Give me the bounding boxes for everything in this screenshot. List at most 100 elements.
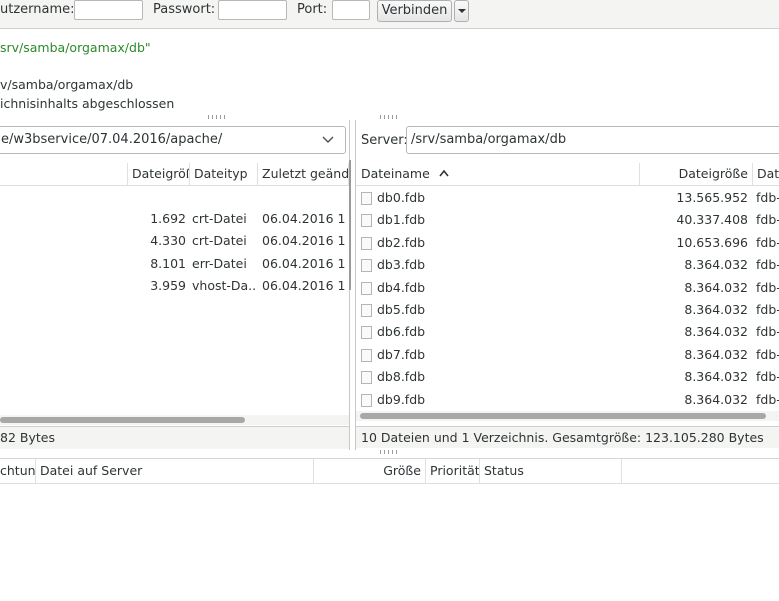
queue-header: chtunç Datei auf Server Größe Priorität … [0,459,779,484]
file-type: crt-Datei [192,211,247,226]
file-size: 4.330 [150,233,186,249]
history-dropdown-button[interactable] [454,0,469,22]
file-type: fdb- [756,279,779,295]
remote-hscrollbar[interactable] [356,411,779,421]
table-row[interactable]: db9.fdb 8.364.032 fdb- [356,389,779,411]
file-size: 8.364.032 [684,302,748,317]
file-type: fdb- [756,391,779,407]
file-icon [361,214,372,228]
file-modified: 06.04.2016 1 [262,211,346,226]
file-size: 10.653.696 [676,234,748,250]
file-size: 40.337.408 [676,212,748,228]
port-input[interactable] [332,0,370,20]
column-header-priority[interactable]: Priorität [426,459,480,483]
local-status-text: 82 Bytes [0,430,55,445]
remote-path-combo[interactable]: /srv/samba/orgamax/db [406,126,779,154]
file-icon [361,326,372,340]
vertical-splitter[interactable] [349,160,351,290]
remote-path-text: /srv/samba/orgamax/db [411,132,567,147]
file-icon [361,371,372,385]
log-line: srv/samba/orgamax/db" [0,40,151,55]
file-name: db8.fdb [377,369,426,385]
file-name: db1.fdb [377,212,426,228]
table-row[interactable]: 1.692 crt-Datei 06.04.2016 1 [0,208,349,230]
file-icon [361,348,372,362]
column-header-server-file[interactable]: Datei auf Server [36,459,314,483]
file-type: fdb- [756,234,779,250]
column-header-size[interactable]: Dateigröß [128,163,190,185]
table-row[interactable]: db4.fdb 8.364.032 fdb- [356,277,779,299]
table-row[interactable]: db0.fdb 13.565.952 fdb- [356,187,779,209]
table-row[interactable]: db5.fdb 8.364.032 fdb- [356,299,779,321]
file-modified: 06.04.2016 1 [262,255,346,271]
local-path-combo[interactable]: e/w3bservice/07.04.2016/apache/ [0,126,346,154]
table-row[interactable]: 8.101 err-Datei 06.04.2016 1 [0,253,349,275]
file-size: 3.959 [150,277,186,293]
file-modified: 06.04.2016 1 [262,277,346,293]
column-header-filename[interactable]: Dateiname [356,163,640,185]
log-line: v/samba/orgamax/db [0,77,134,92]
file-type: fdb- [756,212,779,228]
file-size: 13.565.952 [676,190,748,205]
file-size: 8.364.032 [684,279,748,295]
quickconnect-bar: utzername: Passwort: Port: Verbinden [0,0,779,29]
local-path-text: e/w3bservice/07.04.2016/apache/ [1,132,223,147]
column-header-type[interactable]: Dateityp [190,163,258,185]
file-icon [361,259,372,273]
remote-pane: Server: /srv/samba/orgamax/db Dateiname … [355,120,779,450]
file-type: fdb- [756,324,779,340]
column-header-status[interactable]: Status [480,459,622,483]
file-type: fdb- [756,346,779,362]
file-name: db7.fdb [377,346,426,362]
file-size: 8.364.032 [684,346,748,362]
local-hscrollbar[interactable] [0,415,349,425]
column-header-size[interactable]: Größe [314,459,426,483]
table-row[interactable]: db3.fdb 8.364.032 fdb- [356,254,779,276]
username-label: utzername: [0,2,75,17]
file-icon [361,236,372,250]
log-line: ichnisinhalts abgeschlossen [0,96,175,111]
column-header-type[interactable]: Dat [753,163,779,185]
file-name: db4.fdb [377,279,426,295]
table-row[interactable]: 3.959 vhost-Da... 06.04.2016 1 [0,275,349,297]
column-header-size[interactable]: Dateigröße [640,163,753,185]
local-status-bar: 82 Bytes [0,426,349,449]
username-input[interactable] [74,0,143,20]
splitter-grip[interactable] [380,115,400,119]
splitter-grip[interactable] [380,450,400,454]
file-name: db5.fdb [377,302,426,317]
remote-status-text: 10 Dateien und 1 Verzeichnis. Gesamtgröß… [361,430,764,445]
sort-ascending-icon [439,169,449,177]
table-row[interactable]: 4.330 crt-Datei 06.04.2016 1 [0,230,349,252]
file-name: db2.fdb [377,234,426,250]
password-label: Passwort: [153,2,216,17]
file-name: db9.fdb [377,391,426,407]
remote-list-header: Dateiname Dateigröße Dat [356,163,779,186]
chevron-down-icon [322,136,334,144]
file-type: fdb- [756,190,779,205]
table-row[interactable]: db2.fdb 10.653.696 fdb- [356,232,779,254]
transfer-queue: chtunç Datei auf Server Größe Priorität … [0,458,779,601]
scrollbar-thumb[interactable] [360,413,766,419]
file-type: fdb- [756,302,779,317]
connect-button[interactable]: Verbinden [377,0,452,22]
table-row[interactable]: db7.fdb 8.364.032 fdb- [356,344,779,366]
file-name: db6.fdb [377,324,426,340]
password-input[interactable] [218,0,287,20]
file-icon [361,393,372,407]
local-pane: e/w3bservice/07.04.2016/apache/ Dateigrö… [0,120,350,450]
column-header-modified[interactable]: Zuletzt geänd [258,163,349,185]
file-size: 8.364.032 [684,369,748,385]
splitter-grip[interactable] [208,115,228,119]
column-header-name[interactable] [0,163,128,185]
file-modified: 06.04.2016 1 [262,233,346,249]
remote-status-bar: 10 Dateien und 1 Verzeichnis. Gesamtgröß… [356,426,779,448]
message-log: srv/samba/orgamax/db" v/samba/orgamax/db i… [0,29,779,113]
column-header-direction[interactable]: chtunç [0,459,36,483]
table-row[interactable]: db1.fdb 40.337.408 fdb- [356,209,779,231]
scrollbar-thumb[interactable] [0,417,245,423]
file-type: vhost-Da... [192,277,256,293]
table-row[interactable]: db8.fdb 8.364.032 fdb- [356,366,779,388]
file-type: fdb- [756,369,779,385]
table-row[interactable]: db6.fdb 8.364.032 fdb- [356,321,779,343]
